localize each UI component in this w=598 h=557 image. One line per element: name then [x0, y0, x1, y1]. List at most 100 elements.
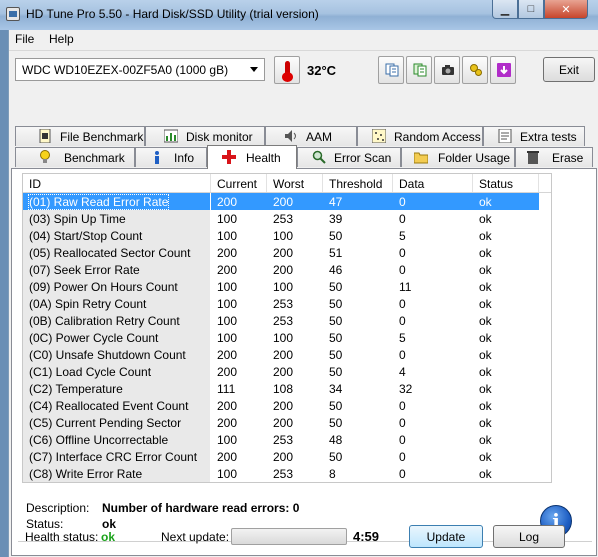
cell-threshold-text: 50	[329, 399, 343, 413]
table-row[interactable]: (0B) Calibration Retry Count 100 253 50 0 ok	[23, 312, 551, 329]
extra-tests-icon	[498, 129, 512, 143]
speaker-icon	[285, 130, 296, 142]
cell-current-text: 100	[217, 433, 238, 447]
tab-folder-usage[interactable]: Folder Usage	[401, 147, 515, 167]
tab-aam[interactable]: AAM	[265, 126, 357, 146]
table-row[interactable]: (09) Power On Hours Count 100 100 50 11 ok	[23, 278, 551, 295]
cell-data-text: 0	[399, 450, 406, 464]
table-row[interactable]: (C6) Offline Uncorrectable 100 253 48 0 ok	[23, 431, 551, 448]
cell-threshold-text: 50	[329, 229, 343, 243]
cell-id-text: (C2) Temperature	[29, 382, 123, 396]
cell-current-text: 100	[217, 280, 238, 294]
tab-disk-monitor[interactable]: Disk monitor	[145, 126, 265, 146]
window-controls: ▁ □ ✕	[492, 0, 588, 20]
menu-file[interactable]: File	[13, 32, 36, 46]
options-button[interactable]	[462, 56, 488, 84]
log-button[interactable]: Log	[493, 525, 565, 548]
magnifier-icon	[312, 150, 326, 164]
health-status-label: Health status:	[25, 530, 99, 544]
cell-threshold: 47	[323, 193, 393, 210]
cell-status: ok	[473, 414, 539, 431]
tab-info[interactable]: Info	[135, 147, 207, 167]
table-row[interactable]: (C4) Reallocated Event Count 200 200 50 0 ok	[23, 397, 551, 414]
column-header-current[interactable]: Current	[211, 174, 267, 192]
tab-erase[interactable]: Erase	[515, 147, 593, 167]
table-row[interactable]: (C0) Unsafe Shutdown Count 200 200 50 0 ok	[23, 346, 551, 363]
table-row[interactable]: (01) Raw Read Error Rate 200 200 47 0 ok	[23, 193, 551, 210]
red-cross-icon	[222, 150, 236, 164]
cell-current: 100	[211, 227, 267, 244]
tab-file-benchmark[interactable]: File Benchmark	[15, 126, 145, 146]
table-row[interactable]: (04) Start/Stop Count 100 100 50 5 ok	[23, 227, 551, 244]
table-row[interactable]: (0C) Power Cycle Count 100 100 50 5 ok	[23, 329, 551, 346]
table-row[interactable]: (C1) Load Cycle Count 200 200 50 4 ok	[23, 363, 551, 380]
tab-random-access[interactable]: Random Access	[357, 126, 483, 146]
cell-threshold-text: 39	[329, 212, 343, 226]
cell-status-text: ok	[479, 314, 492, 328]
cell-data: 0	[393, 312, 473, 329]
cell-status: ok	[473, 278, 539, 295]
close-button[interactable]: ✕	[544, 0, 588, 19]
table-row[interactable]: (0A) Spin Retry Count 100 253 50 0 ok	[23, 295, 551, 312]
cell-current-text: 100	[217, 467, 238, 481]
column-header-data[interactable]: Data	[393, 174, 473, 192]
column-header-id[interactable]: ID	[23, 174, 211, 192]
column-header-threshold[interactable]: Threshold	[323, 174, 393, 192]
table-row[interactable]: (03) Spin Up Time 100 253 39 0 ok	[23, 210, 551, 227]
cell-data: 4	[393, 363, 473, 380]
cell-status-text: ok	[479, 399, 492, 413]
menu-help[interactable]: Help	[47, 32, 76, 46]
column-header-worst[interactable]: Worst	[267, 174, 323, 192]
table-row[interactable]: (05) Reallocated Sector Count 200 200 51 0 ok	[23, 244, 551, 261]
cell-data: 11	[393, 278, 473, 295]
tab-error-scan[interactable]: Error Scan	[297, 147, 401, 167]
random-access-icon	[372, 129, 386, 143]
cell-id-text: (0A) Spin Retry Count	[29, 297, 147, 311]
temperature-readout: 32°C	[307, 63, 337, 78]
cell-status-text: ok	[479, 280, 492, 294]
health-panel: ID Current Worst Threshold Data Status (…	[11, 168, 597, 556]
update-progress-bar	[231, 528, 347, 545]
column-header-status[interactable]: Status	[473, 174, 539, 192]
copy-info-button[interactable]	[406, 56, 432, 84]
table-row[interactable]: (C2) Temperature 111 108 34 32 ok	[23, 380, 551, 397]
cell-id: (0C) Power Cycle Count	[23, 329, 211, 346]
cell-worst: 100	[267, 278, 323, 295]
copy-text-button[interactable]	[378, 56, 404, 84]
cell-threshold-text: 51	[329, 246, 343, 260]
tab-health[interactable]: Health	[207, 145, 297, 169]
table-row[interactable]: (C7) Interface CRC Error Count 200 200 50 0 o…	[23, 448, 551, 465]
minimize-button[interactable]: ▁	[492, 0, 518, 19]
cell-data-text: 0	[399, 212, 406, 226]
update-countdown: 4:59	[353, 529, 380, 544]
table-row[interactable]: (C5) Current Pending Sector 200 200 50 0 ok	[23, 414, 551, 431]
cell-data: 0	[393, 295, 473, 312]
exit-button[interactable]: Exit	[543, 57, 595, 82]
screenshot-camera-icon	[442, 65, 454, 75]
tab-label: Extra tests	[520, 130, 577, 144]
screenshot-button[interactable]	[434, 56, 460, 84]
cell-data-text: 0	[399, 263, 406, 277]
cell-status: ok	[473, 244, 539, 261]
description-label: Description:	[26, 501, 90, 515]
cell-threshold: 39	[323, 210, 393, 227]
drive-select[interactable]: WDC WD10EZEX-00ZF5A0 (1000 gB)	[15, 58, 265, 81]
cell-id-text: (09) Power On Hours Count	[29, 280, 178, 294]
tab-benchmark[interactable]: Benchmark	[15, 147, 135, 167]
cell-current: 200	[211, 261, 267, 278]
cell-data: 0	[393, 244, 473, 261]
save-button[interactable]	[490, 56, 516, 84]
cell-current: 200	[211, 414, 267, 431]
cell-id-text: (03) Spin Up Time	[29, 212, 126, 226]
maximize-button[interactable]: □	[518, 0, 544, 19]
main-window: File Help WDC WD10EZEX-00ZF5A0 (1000 gB)…	[8, 30, 598, 557]
cell-status: ok	[473, 193, 539, 210]
cell-worst: 108	[267, 380, 323, 397]
tab-extra-tests[interactable]: Extra tests	[483, 126, 585, 146]
tab-label: Disk monitor	[186, 130, 253, 144]
menu-file-label: File	[15, 32, 35, 46]
table-row[interactable]: (07) Seek Error Rate 200 200 46 0 ok	[23, 261, 551, 278]
table-row[interactable]: (C8) Write Error Rate 100 253 8 0 ok	[23, 465, 551, 482]
update-button[interactable]: Update	[409, 525, 483, 548]
cell-worst: 200	[267, 346, 323, 363]
